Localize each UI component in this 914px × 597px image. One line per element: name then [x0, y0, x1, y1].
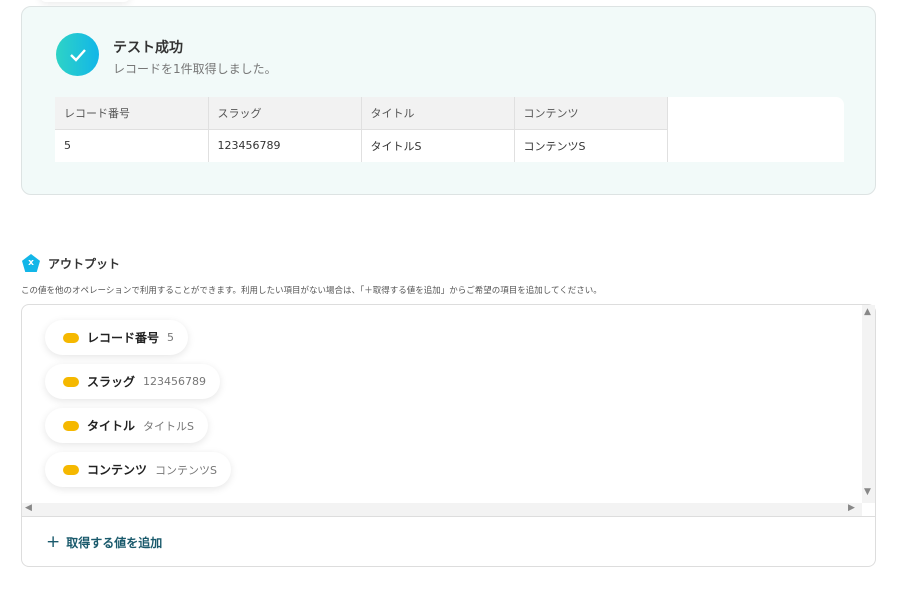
cloud-icon	[63, 332, 79, 343]
tab-shadow	[40, 0, 130, 2]
cloud-icon	[63, 420, 79, 431]
output-item[interactable]: タイトル タイトルS	[45, 408, 208, 443]
vertical-scrollbar[interactable]: ▲ ▼	[862, 305, 875, 503]
table-cell: 123456789	[208, 129, 362, 162]
item-label: レコード番号	[87, 331, 160, 345]
result-table: レコード番号 スラッグ タイトル コンテンツ 5 123456789 タイトルS…	[55, 97, 844, 162]
output-list: レコード番号 5 スラッグ 123456789 タイトル タイトルS コンテンツ コンテ…	[22, 305, 875, 517]
check-icon	[56, 33, 99, 76]
cloud-icon	[63, 464, 79, 475]
horizontal-scrollbar[interactable]: ◀ ▶	[22, 503, 862, 516]
output-item[interactable]: コンテンツ コンテンツS	[45, 452, 231, 487]
table-cell: タイトルS	[361, 129, 515, 162]
add-value-button[interactable]: + 取得する値を追加	[46, 532, 162, 552]
table-header: レコード番号 スラッグ タイトル コンテンツ	[55, 97, 668, 130]
add-value-label: 取得する値を追加	[66, 535, 163, 550]
output-box: レコード番号 5 スラッグ 123456789 タイトル タイトルS コンテンツ コンテ…	[21, 304, 876, 567]
table-row: 5 123456789 タイトルS コンテンツS	[55, 129, 668, 162]
column-header: タイトル	[361, 97, 515, 130]
output-title: アウトプット	[48, 256, 121, 271]
plus-icon: +	[46, 532, 61, 552]
result-subtitle: レコードを1件取得しました。	[113, 62, 277, 76]
output-item[interactable]: スラッグ 123456789	[45, 364, 221, 399]
item-label: タイトル	[87, 419, 136, 433]
item-value: タイトルS	[143, 419, 194, 433]
column-header: コンテンツ	[514, 97, 668, 130]
item-value: 5	[167, 331, 175, 344]
item-label: コンテンツ	[87, 463, 148, 477]
column-header: スラッグ	[208, 97, 362, 130]
output-icon: x	[22, 254, 40, 272]
item-label: スラッグ	[87, 375, 136, 389]
scroll-down-icon[interactable]: ▼	[864, 487, 871, 497]
scroll-up-icon[interactable]: ▲	[864, 307, 871, 317]
table-cell: コンテンツS	[514, 129, 668, 162]
output-item[interactable]: レコード番号 5	[45, 320, 189, 355]
scroll-right-icon[interactable]: ▶	[848, 503, 855, 513]
table-cell: 5	[55, 129, 209, 162]
output-heading: x アウトプット	[22, 254, 120, 272]
item-value: コンテンツS	[155, 463, 217, 477]
scroll-left-icon[interactable]: ◀	[25, 503, 32, 513]
output-description: この値を他のオペレーションで利用することができます。利用したい項目がない場合は、…	[21, 286, 602, 296]
item-value: 123456789	[143, 375, 207, 388]
cloud-icon	[63, 376, 79, 387]
column-header: レコード番号	[55, 97, 209, 130]
test-result-panel: テスト成功 レコードを1件取得しました。 レコード番号 スラッグ タイトル コン…	[21, 6, 876, 195]
result-title: テスト成功	[113, 40, 183, 56]
